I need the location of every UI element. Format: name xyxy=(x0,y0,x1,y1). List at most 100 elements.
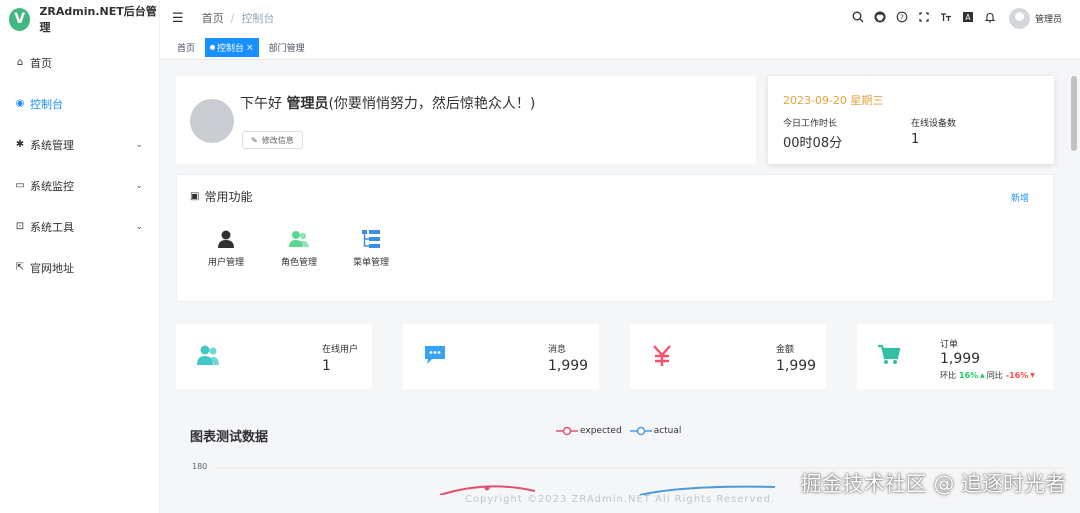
date-card: 2023-09-20 星期三 今日工作时长 00时08分 在线设备数 1 xyxy=(768,76,1054,164)
yoy-value: -16% xyxy=(1005,371,1029,380)
welcome-card: 下午好 管理员(你要悄悄努力，然后惊艳众人！) ✎ 修改信息 xyxy=(176,76,756,164)
stat-card-orders[interactable]: 订单 1,999 环比 16% ▲ 同比 -16% ▼ xyxy=(857,324,1053,389)
chevron-down-icon: ⌄ xyxy=(135,180,143,191)
help-icon[interactable]: ? xyxy=(891,11,913,26)
greeting-motto: (你要悄悄努力，然后惊艳众人！) xyxy=(328,96,536,112)
stat-card-online-users[interactable]: 在线用户 1 xyxy=(176,324,372,389)
online-devices-value: 1 xyxy=(911,132,920,147)
y-axis-tick: 180 xyxy=(192,462,208,471)
online-users-icon xyxy=(196,344,220,370)
stat-label: 消息 xyxy=(548,345,567,355)
home-icon: ⌂ xyxy=(16,57,24,68)
language-icon[interactable]: A xyxy=(957,11,979,26)
tag-dashboard[interactable]: 控制台 × xyxy=(205,38,259,57)
edit-profile-label: 修改信息 xyxy=(261,135,294,145)
shortcut-label: 用户管理 xyxy=(207,258,244,268)
navbar-tools: ? A 管理员 xyxy=(847,0,1062,36)
order-trend: 环比 16% ▲ 同比 -16% ▼ xyxy=(940,370,1035,381)
greeting-prefix: 下午好 xyxy=(240,96,287,112)
sidebar-item-system[interactable]: ✱ 系统管理 ⌄ xyxy=(0,124,159,165)
stat-value: 1,999 xyxy=(940,351,981,367)
stat-card-messages[interactable]: 消息 1,999 xyxy=(403,324,599,389)
sidebar-item-label: 控制台 xyxy=(30,97,63,111)
sidebar-item-website[interactable]: ⇱ 官网地址 xyxy=(0,247,159,288)
user-avatar xyxy=(190,99,234,143)
hamburger-icon[interactable]: ☰ xyxy=(172,11,184,26)
close-icon[interactable]: × xyxy=(246,43,254,53)
external-link-icon: ⇱ xyxy=(15,262,25,273)
github-icon[interactable] xyxy=(869,11,891,26)
sidebar-item-label: 系统监控 xyxy=(30,179,74,193)
breadcrumb-current: 控制台 xyxy=(241,12,275,25)
svg-text:A: A xyxy=(965,13,971,22)
user-icon xyxy=(196,227,256,251)
brand[interactable]: V ZRAdmin.NET后台管理 xyxy=(0,0,159,38)
legend-actual[interactable]: actual xyxy=(629,426,682,436)
breadcrumb-home[interactable]: 首页 xyxy=(202,10,224,26)
shortcut-user-manage[interactable]: 用户管理 xyxy=(196,227,256,268)
stat-value: 1,999 xyxy=(548,358,589,374)
message-icon xyxy=(423,344,447,370)
shortcut-role-manage[interactable]: 角色管理 xyxy=(269,227,329,268)
watermark: 掘金技术社区 @ 追逐时光者 xyxy=(800,472,1066,496)
yoy-label: 同比 xyxy=(986,371,1003,380)
edit-profile-button[interactable]: ✎ 修改信息 xyxy=(242,131,303,149)
user-name[interactable]: 管理员 xyxy=(1035,12,1062,25)
search-icon[interactable] xyxy=(847,11,869,26)
stat-card-amount[interactable]: 金额 1,999 xyxy=(630,324,826,389)
trend-up-icon: ▲ xyxy=(980,372,985,379)
greeting: 下午好 管理员(你要悄悄努力，然后惊艳众人！) xyxy=(240,93,535,113)
sidebar-item-label: 首页 xyxy=(30,56,52,70)
current-date: 2023-09-20 星期三 xyxy=(783,94,884,107)
sidebar: V ZRAdmin.NET后台管理 ⌂ 首页 ◉ 控制台 ✱ 系统管理 ⌄ ▭ … xyxy=(0,0,160,513)
sidebar-item-dashboard[interactable]: ◉ 控制台 xyxy=(0,83,159,124)
money-icon xyxy=(650,344,674,372)
menu-tree-icon xyxy=(341,227,401,251)
breadcrumb-separator: / xyxy=(230,11,235,25)
mom-value: 16% xyxy=(959,371,979,380)
fullscreen-icon[interactable] xyxy=(913,11,935,26)
tag-dept[interactable]: 部门管理 xyxy=(264,38,310,57)
add-shortcut-link[interactable]: 新增 xyxy=(1011,191,1029,204)
work-duration-label: 今日工作时长 xyxy=(783,119,838,129)
common-functions-card: ▣ 常用功能 新增 用户管理 角色管理 菜单管理 xyxy=(176,174,1054,302)
sidebar-item-label: 系统管理 xyxy=(30,138,74,152)
legend-actual-marker xyxy=(629,426,652,436)
expected-point xyxy=(484,485,490,491)
gear-icon: ✱ xyxy=(15,139,25,150)
stat-label: 金额 xyxy=(776,345,795,355)
common-functions-title-text: 常用功能 xyxy=(204,190,253,204)
brand-name: ZRAdmin.NET后台管理 xyxy=(39,5,157,34)
breadcrumb: 首页 / 控制台 xyxy=(202,10,275,26)
mom-label: 环比 xyxy=(940,371,956,380)
work-duration-value: 00时08分 xyxy=(783,136,843,151)
online-devices-label: 在线设备数 xyxy=(911,119,957,129)
toolbox-icon: ⊡ xyxy=(15,221,25,232)
edit-icon: ✎ xyxy=(251,135,258,145)
scrollbar[interactable] xyxy=(1071,76,1077,151)
legend-label: actual xyxy=(653,426,682,436)
role-icon xyxy=(269,227,329,251)
bell-icon[interactable] xyxy=(979,11,1001,26)
tag-home[interactable]: 首页 xyxy=(172,38,200,57)
avatar[interactable] xyxy=(1008,7,1030,29)
trend-down-icon: ▼ xyxy=(1030,372,1035,379)
legend-expected[interactable]: expected xyxy=(556,426,622,436)
stat-label: 订单 xyxy=(940,340,959,350)
font-size-icon[interactable] xyxy=(935,11,957,26)
sidebar-menu: ⌂ 首页 ◉ 控制台 ✱ 系统管理 ⌄ ▭ 系统监控 ⌄ ⊡ 系统工具 ⌄ ⇱ … xyxy=(0,42,159,288)
briefcase-icon: ▣ xyxy=(190,191,200,202)
app-root: V ZRAdmin.NET后台管理 ⌂ 首页 ◉ 控制台 ✱ 系统管理 ⌄ ▭ … xyxy=(0,0,1080,513)
chevron-down-icon: ⌄ xyxy=(135,221,143,232)
stat-label: 在线用户 xyxy=(322,345,359,355)
dashboard-icon: ◉ xyxy=(15,98,25,109)
tag-label: 控制台 xyxy=(217,44,245,54)
shortcut-menu-manage[interactable]: 菜单管理 xyxy=(341,227,401,268)
sidebar-item-tools[interactable]: ⊡ 系统工具 ⌄ xyxy=(0,206,159,247)
sidebar-item-label: 官网地址 xyxy=(30,261,74,275)
sidebar-item-monitor[interactable]: ▭ 系统监控 ⌄ xyxy=(0,165,159,206)
cart-icon xyxy=(877,344,901,370)
shortcut-label: 角色管理 xyxy=(280,258,317,268)
greeting-user: 管理员 xyxy=(286,96,329,112)
sidebar-item-home[interactable]: ⌂ 首页 xyxy=(0,42,159,83)
